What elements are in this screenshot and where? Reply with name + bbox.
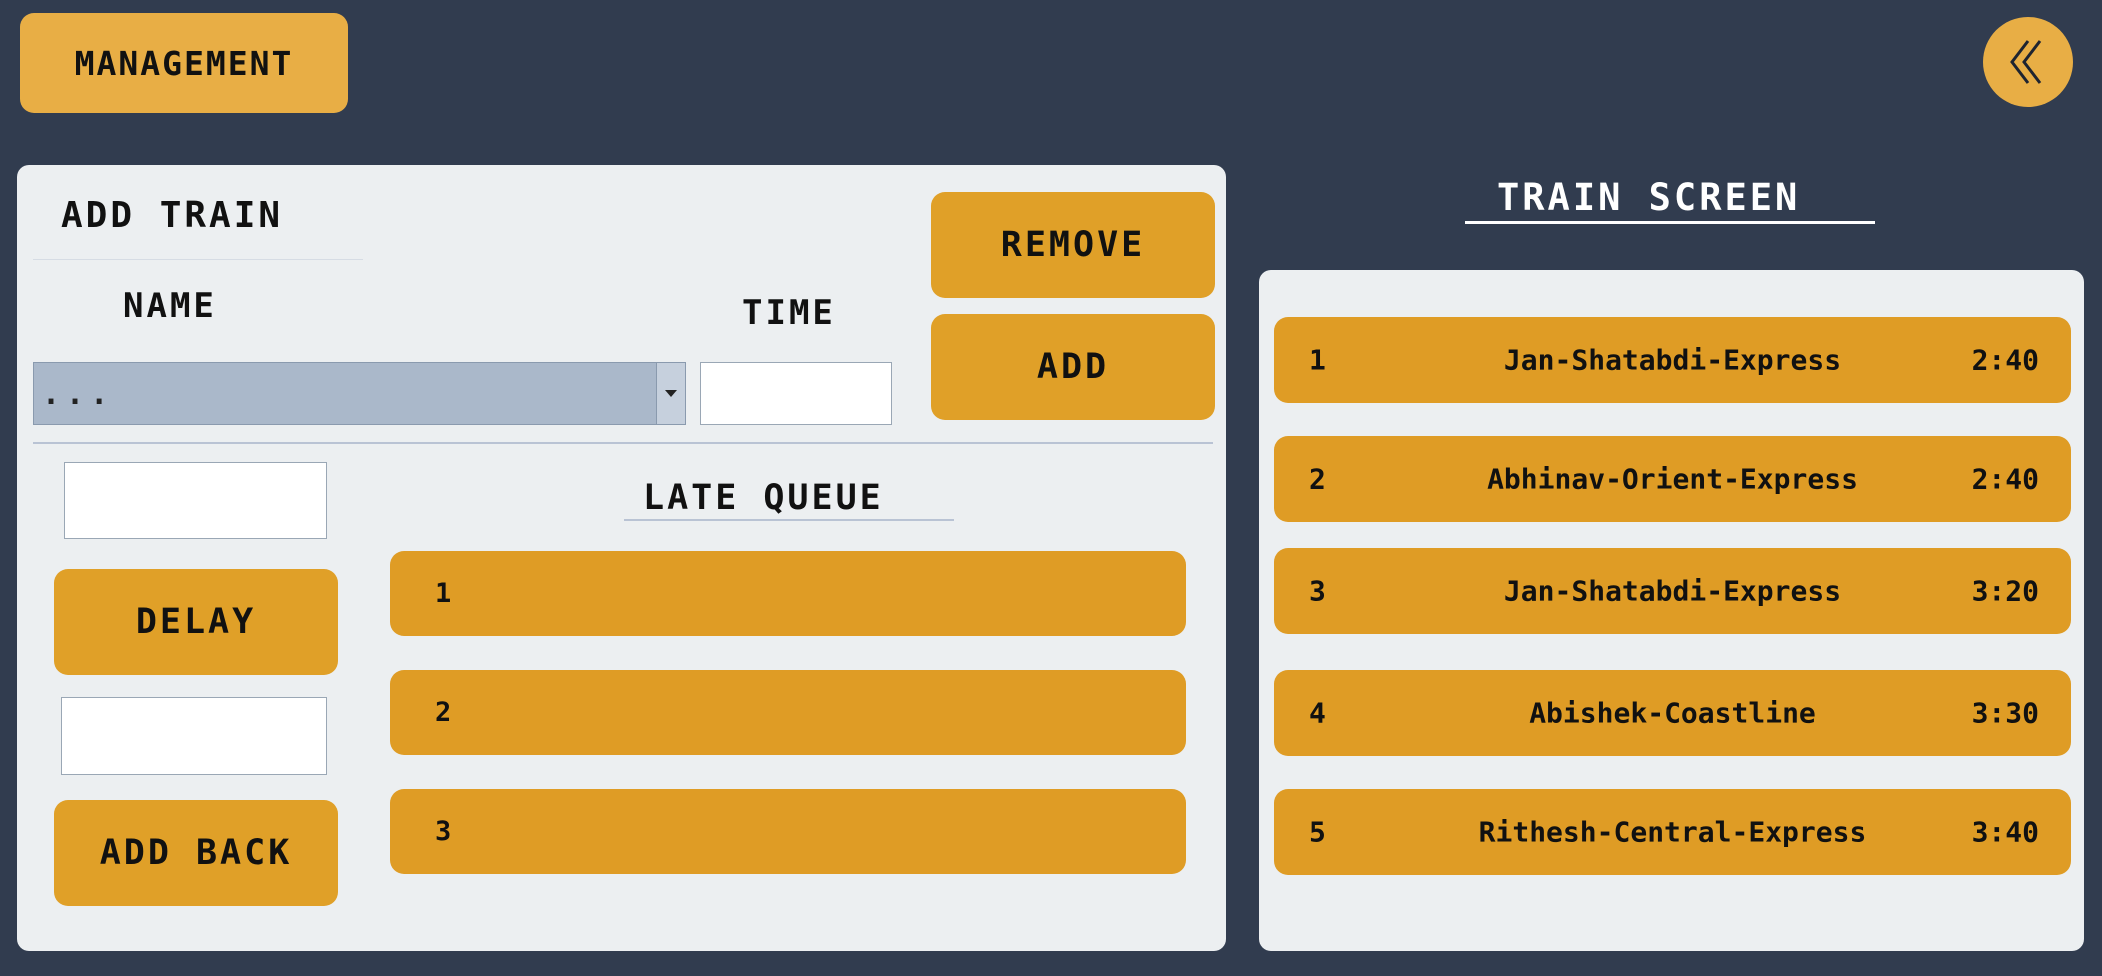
late-queue-heading: LATE QUEUE [643,478,884,518]
train-name-select-value: ... [42,377,115,412]
train-row-index: 1 [1309,343,1326,377]
name-label: NAME [123,286,217,326]
add-back-label: ADD BACK [99,833,293,873]
train-row-name: Abishek-Coastline [1529,696,1816,730]
remove-label: REMOVE [1000,225,1146,265]
train-row-name: Rithesh-Central-Express [1478,815,1867,849]
train-row-time: 3:30 [1971,696,2039,730]
train-row[interactable]: Abhinav-Orient-Express 2 2:40 [1274,436,2071,522]
add-back-button[interactable]: ADD BACK [54,800,338,906]
train-row-name: Jan-Shatabdi-Express [1503,574,1842,608]
time-label: TIME [742,293,836,333]
late-queue-row-index: 2 [435,697,452,728]
train-row[interactable]: Jan-Shatabdi-Express 3 3:20 [1274,548,2071,634]
train-row-index: 2 [1309,462,1326,496]
train-screen-heading: TRAIN SCREEN [1497,176,1801,219]
train-row-time: 3:40 [1971,815,2039,849]
delay-input[interactable] [64,462,327,539]
train-row-time: 2:40 [1971,462,2039,496]
train-row[interactable]: Abishek-Coastline 4 3:30 [1274,670,2071,756]
train-row-time: 2:40 [1971,343,2039,377]
late-queue-row-index: 3 [435,816,452,847]
add-train-heading: ADD TRAIN [61,195,284,236]
train-row-time: 3:20 [1971,574,2039,608]
late-queue-row[interactable]: 2 [390,670,1186,755]
add-back-input[interactable] [61,697,327,775]
back-button[interactable] [1983,17,2073,107]
late-queue-row[interactable]: 3 [390,789,1186,874]
train-row[interactable]: Rithesh-Central-Express 5 3:40 [1274,789,2071,875]
delay-label: DELAY [135,602,257,642]
train-row-index: 3 [1309,574,1326,608]
train-name-select[interactable]: ... [33,362,686,425]
section-divider [33,442,1213,444]
train-row-name: Jan-Shatabdi-Express [1503,343,1842,377]
chevron-double-left-icon [2010,40,2042,84]
delay-button[interactable]: DELAY [54,569,338,675]
late-queue-row-index: 1 [435,578,452,609]
late-queue-row[interactable]: 1 [390,551,1186,636]
management-button[interactable]: MANAGEMENT [20,13,348,113]
dropdown-arrow-icon[interactable] [656,363,685,424]
remove-button[interactable]: REMOVE [931,192,1215,298]
train-row-index: 5 [1309,815,1326,849]
late-queue-underline [624,519,954,521]
add-label: ADD [1036,347,1110,387]
train-row[interactable]: Jan-Shatabdi-Express 1 2:40 [1274,317,2071,403]
add-train-divider [33,259,363,260]
train-row-index: 4 [1309,696,1326,730]
time-input[interactable] [700,362,892,425]
train-row-name: Abhinav-Orient-Express [1487,462,1858,496]
train-screen-underline [1465,221,1875,224]
management-label: MANAGEMENT [74,43,294,83]
add-button[interactable]: ADD [931,314,1215,420]
